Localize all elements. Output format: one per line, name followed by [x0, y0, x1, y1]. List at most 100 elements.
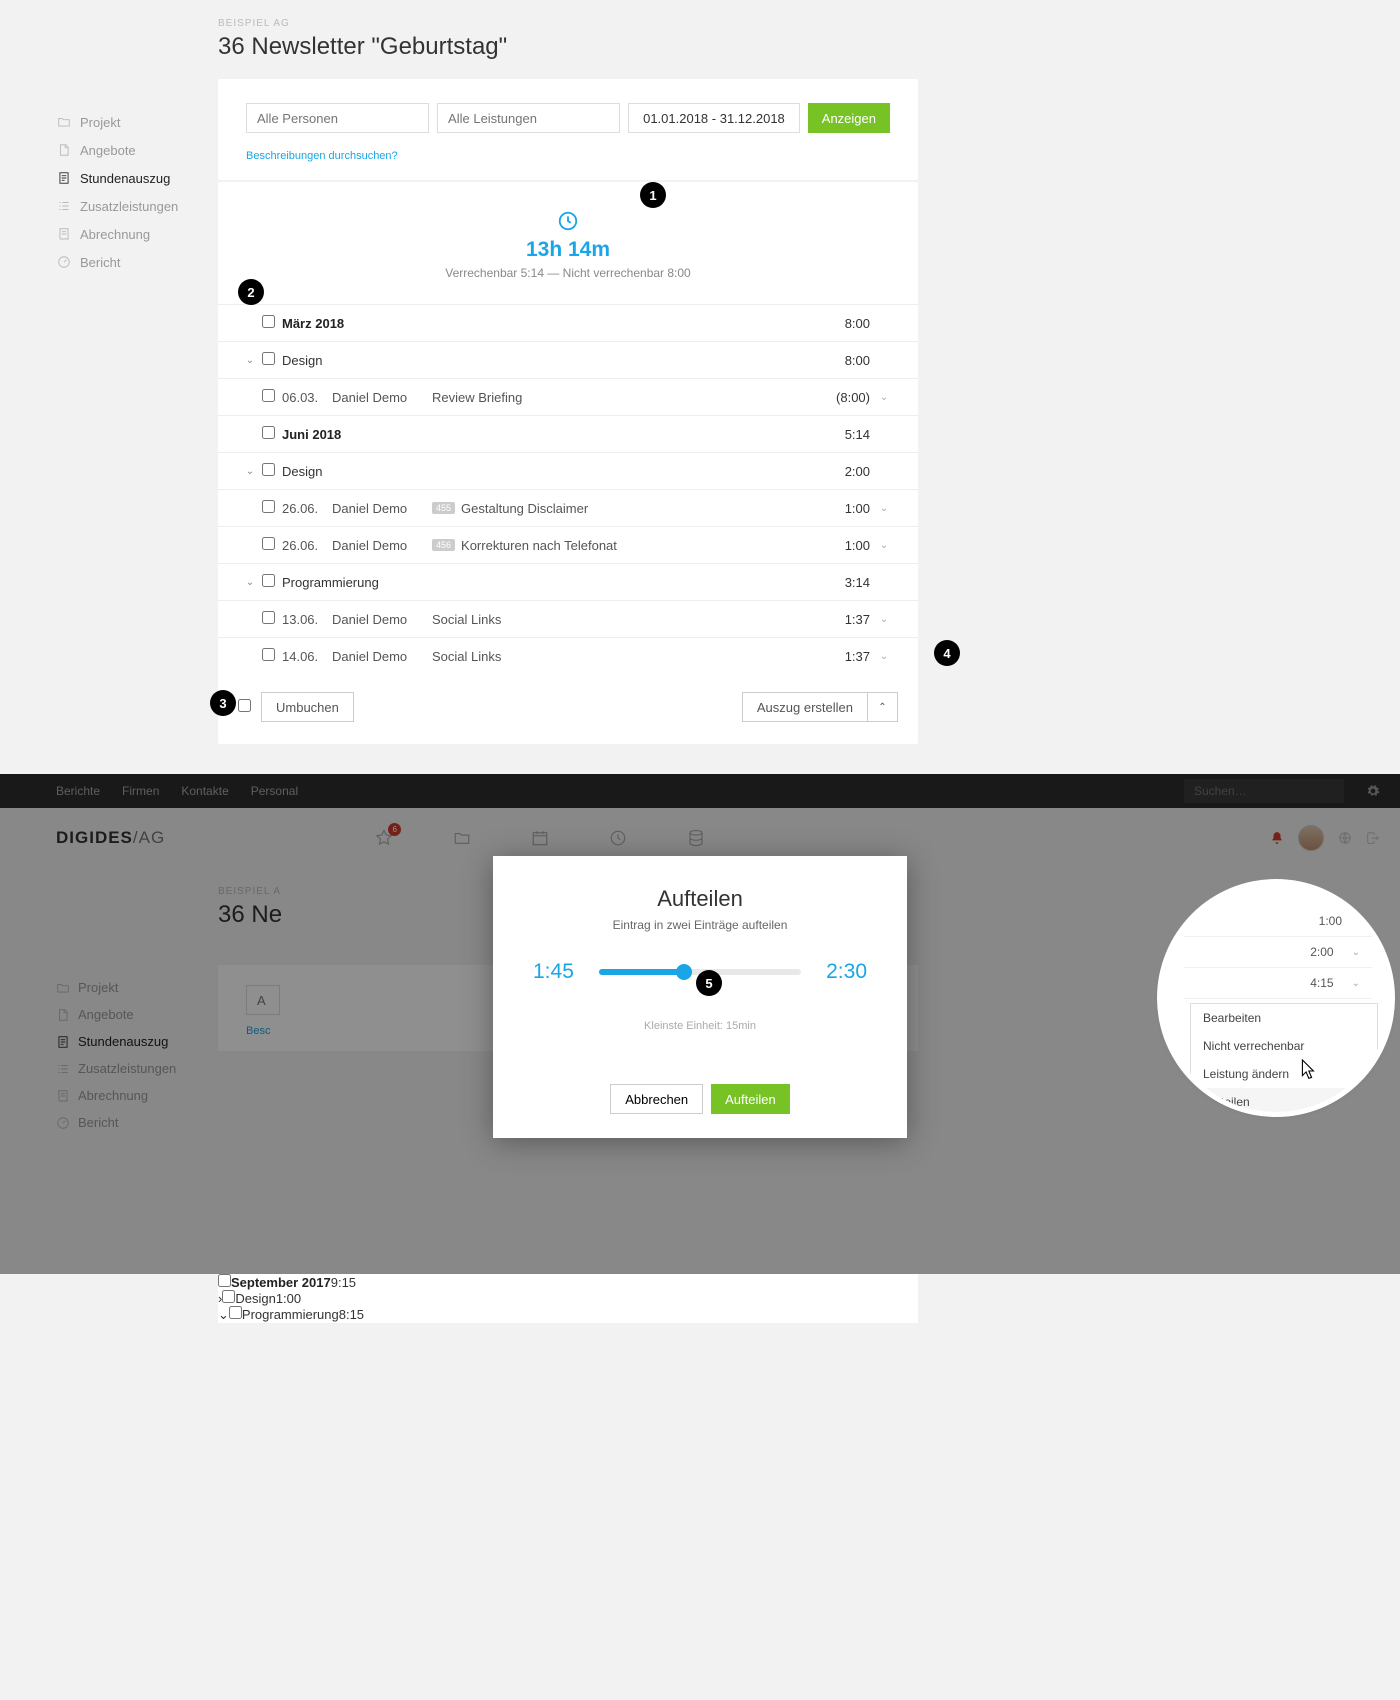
month-checkbox[interactable] — [262, 426, 275, 439]
entry-menu-toggle[interactable]: ⌄ — [870, 614, 898, 625]
annotation-4: 4 — [934, 640, 960, 666]
context-menu-item[interactable]: Bearbeiten — [1191, 1004, 1377, 1032]
favorites-icon[interactable]: 6 — [375, 829, 393, 847]
export-button[interactable]: Auszug erstellen — [742, 692, 868, 722]
globe-icon[interactable] — [1338, 831, 1352, 845]
sidebar-item-abrechnung[interactable]: Abrechnung — [56, 1082, 200, 1109]
sidebar-nav: ProjektAngeboteStundenauszugZusatzleistu… — [0, 108, 200, 276]
topnav-kontakte[interactable]: Kontakte — [181, 784, 228, 798]
group-checkbox[interactable] — [262, 574, 275, 587]
date-range-picker[interactable]: 01.01.2018 - 31.12.2018 — [628, 103, 800, 133]
database-icon[interactable] — [687, 829, 705, 847]
context-menu-item[interactable]: Nicht verrechenbar — [1191, 1032, 1377, 1060]
file-icon — [56, 142, 72, 158]
time-entries-list-lower: September 20179:15›Design1:00⌄Programmie… — [218, 1274, 918, 1323]
detail-time-line: 4:15⌄ — [1184, 968, 1372, 999]
group-checkbox[interactable] — [229, 1306, 242, 1319]
clock-nav-icon[interactable] — [609, 829, 627, 847]
topnav-personal[interactable]: Personal — [251, 784, 298, 798]
brand-logo: DIGIDES/AG — [56, 828, 165, 848]
gear-icon[interactable] — [1366, 784, 1380, 798]
sidebar-item-angebote[interactable]: Angebote — [56, 1001, 200, 1028]
month-row: März 20188:00 — [218, 304, 918, 341]
sidebar-item-angebote[interactable]: Angebote — [56, 136, 200, 164]
show-button[interactable]: Anzeigen — [808, 103, 890, 133]
time-summary: 13h 14m Verrechenbar 5:14 — Nicht verrec… — [218, 182, 918, 304]
annotation-2: 2 — [238, 279, 264, 305]
group-row: ›Design1:00 — [218, 1290, 918, 1306]
user-avatar[interactable] — [1298, 825, 1324, 851]
filter-bar: 01.01.2018 - 31.12.2018 Anzeigen — [218, 79, 918, 147]
export-dropdown-toggle[interactable]: ⌃ — [868, 692, 898, 722]
global-search-input[interactable] — [1184, 779, 1344, 803]
sidebar-item-zusatzleistungen[interactable]: Zusatzleistungen — [56, 192, 200, 220]
entry-menu-toggle[interactable]: ⌄ — [870, 540, 898, 551]
entry-menu-toggle[interactable]: ⌄ — [870, 392, 898, 403]
folder-icon — [56, 981, 70, 995]
split-left-value: 1:45 — [533, 960, 583, 984]
group-checkbox[interactable] — [262, 463, 275, 476]
gauge-icon — [56, 1116, 70, 1130]
entry-row: 26.06.Daniel Demo456Korrekturen nach Tel… — [218, 526, 918, 563]
sidebar-item-bericht[interactable]: Bericht — [56, 248, 200, 276]
topnav-firmen[interactable]: Firmen — [122, 784, 159, 798]
page-icon — [56, 1035, 70, 1049]
chevron-down-icon[interactable]: ⌄ — [1352, 978, 1360, 989]
modal-title: Aufteilen — [533, 886, 867, 912]
group-checkbox[interactable] — [222, 1290, 235, 1303]
page-icon — [56, 170, 72, 186]
context-menu-detail: 1:002:00⌄4:15⌄ BearbeitenNicht verrechen… — [1162, 884, 1390, 1112]
month-checkbox[interactable] — [218, 1274, 231, 1287]
slider-knob[interactable] — [676, 964, 692, 980]
modal-subtitle: Eintrag in zwei Einträge aufteilen — [533, 912, 867, 960]
modal-cancel-button[interactable]: Abbrechen — [610, 1084, 703, 1114]
topnav-berichte[interactable]: Berichte — [56, 784, 100, 798]
group-row: ⌄Design2:00 — [218, 452, 918, 489]
month-checkbox[interactable] — [262, 315, 275, 328]
calendar-icon[interactable] — [531, 829, 549, 847]
sidebar-item-abrechnung[interactable]: Abrechnung — [56, 220, 200, 248]
breadcrumb: BEISPIEL AG — [218, 0, 918, 29]
sidebar-item-projekt[interactable]: Projekt — [56, 974, 200, 1001]
group-checkbox[interactable] — [262, 352, 275, 365]
receipt-icon — [56, 226, 72, 242]
logout-icon[interactable] — [1366, 831, 1380, 845]
folder-icon[interactable] — [453, 829, 471, 847]
list-icon — [56, 1062, 70, 1076]
entry-menu-toggle[interactable]: ⌄ — [870, 651, 898, 662]
sidebar-item-stundenauszug[interactable]: Stundenauszug — [56, 1028, 200, 1055]
entry-checkbox[interactable] — [262, 648, 275, 661]
chevron-down-icon[interactable]: ⌄ — [238, 577, 262, 588]
sidebar-item-stundenauszug[interactable]: Stundenauszug — [56, 164, 200, 192]
group-row: ⌄Programmierung3:14 — [218, 563, 918, 600]
sidebar-item-projekt[interactable]: Projekt — [56, 108, 200, 136]
select-all-checkbox[interactable] — [238, 699, 251, 712]
page-title: 36 Newsletter "Geburtstag" — [218, 29, 918, 79]
filter-input-trunc[interactable] — [246, 985, 280, 1015]
context-menu-item[interactable]: Leistung ändern — [1191, 1060, 1377, 1088]
bell-icon[interactable] — [1270, 831, 1284, 845]
split-modal: Aufteilen Eintrag in zwei Einträge aufte… — [493, 856, 907, 1138]
person-filter-input[interactable] — [246, 103, 429, 133]
entry-checkbox[interactable] — [262, 537, 275, 550]
entry-row: 14.06.Daniel DemoSocial Links1:37⌄ — [218, 637, 918, 674]
chevron-down-icon[interactable]: ⌄ — [238, 355, 262, 366]
total-time: 13h 14m — [218, 232, 918, 266]
chevron-down-icon[interactable]: ⌄ — [238, 466, 262, 477]
sidebar-item-zusatzleistungen[interactable]: Zusatzleistungen — [56, 1055, 200, 1082]
chevron-icon[interactable]: ⌄ — [218, 1307, 229, 1322]
entry-row: 26.06.Daniel Demo455Gestaltung Disclaime… — [218, 489, 918, 526]
modal-confirm-button[interactable]: Aufteilen — [711, 1084, 790, 1114]
search-descriptions-link[interactable]: Beschreibungen durchsuchen? — [246, 150, 398, 162]
entry-checkbox[interactable] — [262, 500, 275, 513]
detail-time-line: 1:00 — [1184, 906, 1372, 937]
service-filter-input[interactable] — [437, 103, 620, 133]
entry-row: 06.03.Daniel DemoReview Briefing(8:00)⌄ — [218, 378, 918, 415]
month-row: September 20179:15 — [218, 1274, 918, 1290]
sidebar-item-bericht[interactable]: Bericht — [56, 1109, 200, 1136]
entry-checkbox[interactable] — [262, 611, 275, 624]
chevron-down-icon[interactable]: ⌄ — [1352, 947, 1360, 958]
rebook-button[interactable]: Umbuchen — [261, 692, 354, 722]
entry-menu-toggle[interactable]: ⌄ — [870, 503, 898, 514]
entry-checkbox[interactable] — [262, 389, 275, 402]
